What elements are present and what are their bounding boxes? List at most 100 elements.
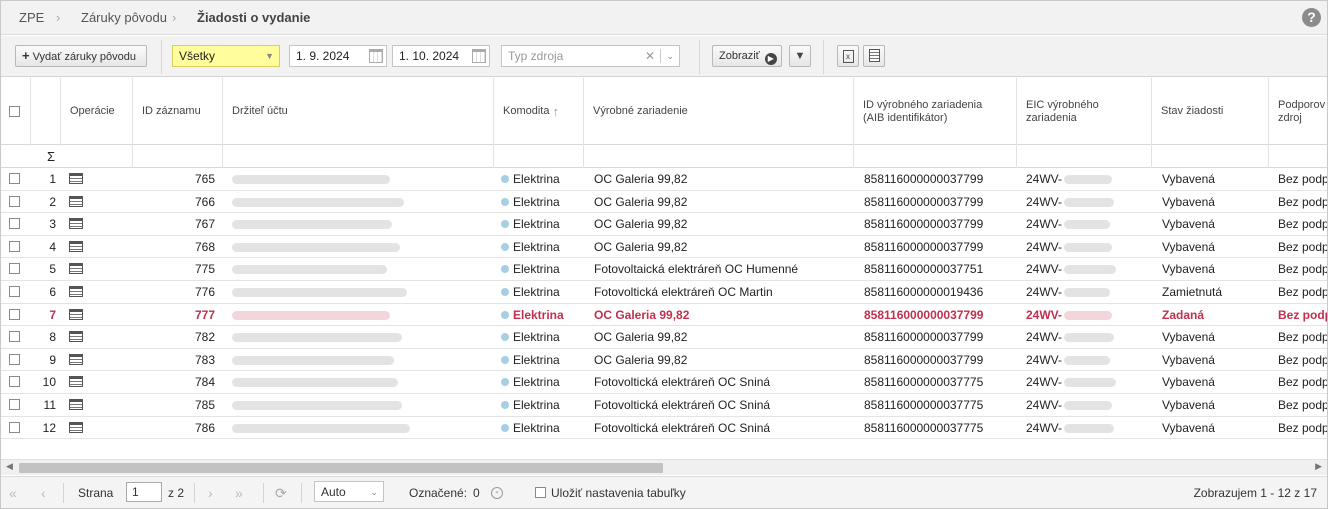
redacted-eic <box>1064 220 1110 230</box>
device-id: 858116000000037799 <box>864 307 984 322</box>
table-row[interactable]: 6 776 Elektrina Fotovoltická elektráreň OC … <box>1 281 1327 304</box>
refresh-icon[interactable]: ⟳ <box>275 485 287 502</box>
row-checkbox[interactable] <box>9 353 20 365</box>
row-checkbox[interactable] <box>9 308 20 320</box>
commodity-label: Elektrina <box>513 330 560 345</box>
row-checkbox[interactable] <box>9 421 20 433</box>
calendar-icon[interactable] <box>472 49 486 63</box>
commodity-label: Elektrina <box>513 217 560 232</box>
device-name: OC Galeria 99,82 <box>594 239 688 254</box>
detail-icon[interactable] <box>69 258 89 280</box>
commodity-cell: Elektrina <box>501 304 583 326</box>
row-checkbox[interactable] <box>9 286 20 297</box>
table-row[interactable]: 5 775 Elektrina Fotovoltaická elektráreň OC… <box>1 258 1327 281</box>
redacted-eic <box>1064 378 1116 388</box>
table-row[interactable]: 4 768 Elektrina OC Galeria 99,82 85811600000… <box>1 236 1327 259</box>
row-checkbox[interactable] <box>9 399 20 410</box>
first-page-icon[interactable]: « <box>9 485 17 501</box>
detail-icon[interactable] <box>69 191 89 213</box>
eic-code: 24WV- <box>1026 375 1063 390</box>
next-page-icon[interactable]: › <box>208 485 213 501</box>
marked-label: Označené: <box>409 486 468 500</box>
commodity-label: Elektrina <box>513 239 560 254</box>
commodity-cell: Elektrina <box>501 191 583 213</box>
column-header-device-id[interactable]: ID výrobného zariadenia (AIB identifikáto… <box>854 78 1017 145</box>
breadcrumb-zpe[interactable]: ZPE <box>19 10 44 25</box>
record-id: 767 <box>194 217 215 232</box>
date-to-field[interactable]: 1. 10. 2024 <box>392 45 490 67</box>
save-settings-checkbox[interactable] <box>535 487 546 498</box>
page-input[interactable]: 1 <box>126 482 162 502</box>
detail-icon[interactable] <box>69 304 89 326</box>
column-header-eic[interactable]: EIC výrobného zariadenia <box>1017 78 1152 145</box>
detail-icon[interactable] <box>69 236 89 258</box>
select-all-checkbox[interactable] <box>9 106 20 117</box>
row-checkbox[interactable] <box>9 376 20 388</box>
show-button[interactable]: Zobraziť ▶ <box>712 45 782 67</box>
column-header-device[interactable]: Výrobné zariadenie <box>584 78 854 145</box>
detail-icon[interactable] <box>69 168 89 190</box>
export-document-button[interactable] <box>863 45 885 67</box>
breadcrumb-guarantees[interactable]: Záruky pôvodu <box>81 10 167 25</box>
column-header-status[interactable]: Stav žiadosti <box>1152 78 1269 145</box>
commodity-label: Elektrina <box>513 285 560 299</box>
scroll-right-icon[interactable]: ▶ <box>1315 461 1322 472</box>
scrollbar-thumb[interactable] <box>19 463 663 473</box>
row-checkbox[interactable] <box>9 173 20 184</box>
detail-icon[interactable] <box>69 371 89 393</box>
issue-guarantees-button[interactable]: + Vydať záruky pôvodu <box>15 45 147 67</box>
eic-code: 24WV- <box>1026 262 1063 277</box>
table-row[interactable]: 12 786 Elektrina Fotovoltická elektráreň OC… <box>1 417 1327 440</box>
table-row[interactable]: 8 782 Elektrina OC Galeria 99,82 85811600000… <box>1 326 1327 349</box>
column-divider <box>1016 145 1017 168</box>
detail-icon[interactable] <box>69 213 89 235</box>
chevron-down-icon: ⌄ <box>370 487 378 497</box>
detail-icon[interactable] <box>69 349 89 371</box>
source-type-select[interactable]: Typ zdroja ✕ ⌄ <box>501 45 680 67</box>
commodity-label: Elektrina <box>513 398 560 412</box>
scroll-left-icon[interactable]: ◀ <box>6 461 13 472</box>
detail-icon[interactable] <box>69 326 89 348</box>
page-size-select[interactable]: Auto ⌄ <box>314 481 384 502</box>
row-checkbox[interactable] <box>9 195 20 207</box>
pager: « ‹ Strana 1 z 2 › » ⟳ Auto ⌄ Označené: … <box>1 476 1327 508</box>
device-id: 858116000000037799 <box>864 217 984 232</box>
eic-header-line1: EIC výrobného <box>1026 98 1099 111</box>
last-page-icon[interactable]: » <box>235 485 243 501</box>
table-row[interactable]: 2 766 Elektrina OC Galeria 99,82 85811600000… <box>1 191 1327 214</box>
row-checkbox[interactable] <box>9 218 20 230</box>
device-name: Fotovoltická elektráreň OC Sniná <box>594 398 771 412</box>
column-header-commodity[interactable]: Komodita ↑ <box>494 78 584 145</box>
table-row[interactable]: 3 767 Elektrina OC Galeria 99,82 85811600000… <box>1 213 1327 236</box>
row-checkbox[interactable] <box>9 331 20 343</box>
minus-circle-icon[interactable]: - <box>491 487 503 499</box>
row-checkbox[interactable] <box>9 263 20 275</box>
status-filter-select[interactable]: Všetky ▼ <box>172 45 280 67</box>
help-icon[interactable]: ? <box>1302 8 1321 27</box>
detail-icon[interactable] <box>69 394 89 416</box>
detail-icon[interactable] <box>69 281 89 303</box>
filter-button[interactable]: ▼ <box>789 45 811 67</box>
eic-code: 24WV- <box>1026 398 1063 412</box>
column-header-support[interactable]: Podporov zdroj <box>1269 78 1327 145</box>
row-number: 1 <box>49 172 56 186</box>
table-row[interactable]: 7 777 Elektrina OC Galeria 99,82 85811600000… <box>1 304 1327 327</box>
support-value: Bez podp <box>1278 239 1327 254</box>
column-header-holder[interactable]: Držiteľ účtu <box>223 78 494 145</box>
column-header-operations[interactable]: Operácie <box>61 78 133 145</box>
table-row[interactable]: 1 765 Elektrina OC Galeria 99,82 85811600000… <box>1 168 1327 191</box>
previous-page-icon[interactable]: ‹ <box>41 485 46 501</box>
table-row[interactable]: 10 784 Elektrina Fotovoltická elektráreň OC… <box>1 371 1327 394</box>
row-checkbox[interactable] <box>9 240 20 252</box>
export-excel-button[interactable]: x <box>837 45 859 67</box>
commodity-header-label: Komodita <box>503 105 550 117</box>
table-row[interactable]: 11 785 Elektrina Fotovoltická elektráreň OC… <box>1 394 1327 417</box>
table-row[interactable]: 9 783 Elektrina OC Galeria 99,82 85811600000… <box>1 349 1327 372</box>
device-id-header-line1: ID výrobného zariadenia <box>863 98 983 111</box>
date-from-field[interactable]: 1. 9. 2024 <box>289 45 387 67</box>
detail-icon[interactable] <box>69 417 89 439</box>
clear-icon[interactable]: ✕ <box>645 46 655 66</box>
calendar-icon[interactable] <box>369 49 383 63</box>
horizontal-scrollbar[interactable]: ◀ ▶ <box>1 459 1327 475</box>
column-header-record-id[interactable]: ID záznamu <box>133 78 223 145</box>
